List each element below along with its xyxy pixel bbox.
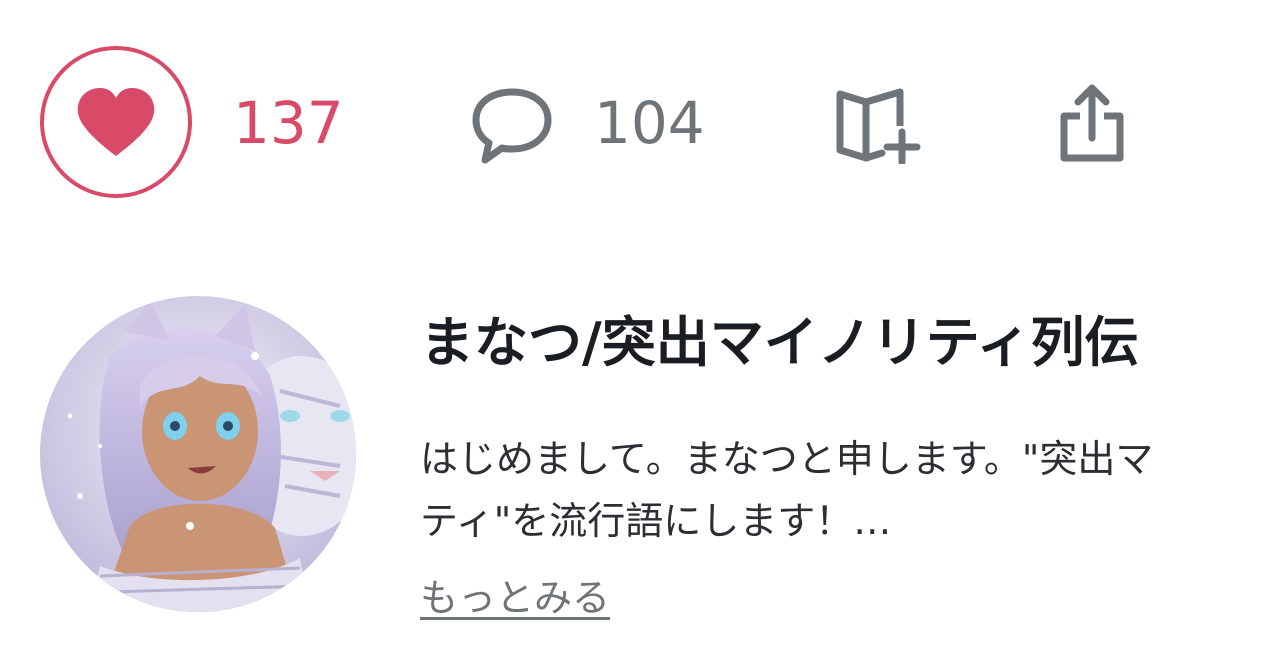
speech-bubble-icon[interactable] (470, 86, 554, 166)
creator-avatar[interactable] (40, 296, 356, 612)
like-count[interactable]: 137 (233, 88, 344, 158)
like-button[interactable] (40, 46, 192, 198)
heart-icon (77, 88, 155, 156)
book-plus-icon[interactable] (834, 86, 924, 164)
share-upload-icon[interactable] (1058, 82, 1126, 164)
anime-girl-with-white-tiger-avatar (40, 296, 356, 612)
creator-bio: はじめまして。まなつと申します。"突出マ ティ"を流行語にします！… (420, 428, 1280, 552)
note-article-footer: 137 104 まなつ/突出マイノリティ列伝 はじめまして。まなつと申します。"… (0, 0, 1280, 670)
creator-bio-line-2: ティ"を流行語にします！… (420, 499, 892, 543)
see-more-link[interactable]: もっとみる (420, 570, 610, 626)
creator-bio-line-1: はじめまして。まなつと申します。"突出マ (420, 437, 1154, 481)
comment-count[interactable]: 104 (594, 88, 705, 158)
creator-name[interactable]: まなつ/突出マイノリティ列伝 (420, 306, 1138, 380)
